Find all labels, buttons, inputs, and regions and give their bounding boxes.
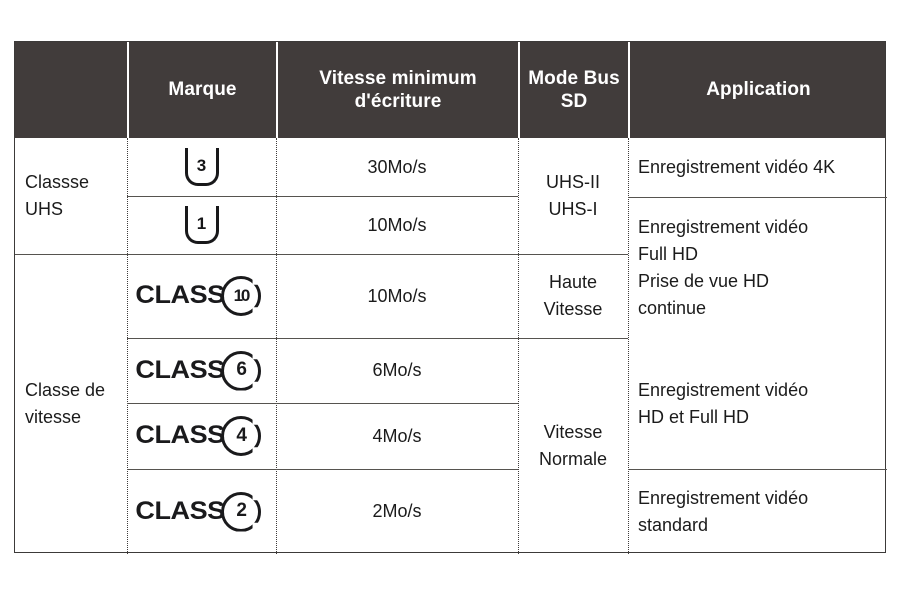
speed-class-6-icon: CLASS 6	[135, 350, 262, 391]
class-word: CLASS	[135, 421, 225, 450]
vitesse-cell-30: 30Mo/s	[367, 156, 427, 177]
column-header-vitesse-minimum: Vitesse minimum d'écriture	[319, 67, 477, 112]
vitesse-cell-10-uhs1: 10Mo/s	[367, 214, 427, 235]
speed-class-10-icon: CLASS 10	[135, 276, 262, 316]
uhs-speed-class-1-icon: 1	[184, 206, 219, 244]
mode-cell-haute-vitesse: Haute Vitesse	[543, 272, 603, 319]
class-number: 6	[236, 359, 247, 381]
class-number: 2	[236, 500, 247, 522]
class-word: CLASS	[135, 355, 225, 384]
marque-cell-class2: CLASS 2	[127, 469, 276, 554]
marque-cell-class10: CLASS 10	[127, 254, 276, 338]
class-c-arc: 10	[221, 276, 262, 316]
sd-speed-class-table: Marque Vitesse minimum d'écriture Mode B…	[14, 41, 887, 554]
marque-cell-u1: 1	[127, 196, 276, 254]
uhs-speed-class-3-icon: 3	[184, 148, 219, 186]
class-number: 4	[236, 424, 247, 446]
vitesse-cell-2: 2Mo/s	[372, 501, 422, 521]
class-word: CLASS	[135, 281, 225, 310]
speed-class-4-icon: CLASS 4	[135, 416, 262, 456]
speed-class-2-icon: CLASS 2	[135, 491, 262, 532]
marque-cell-class6: CLASS 6	[127, 338, 276, 403]
column-header-application: Application	[706, 79, 811, 101]
application-cell-full-hd: Enregistrement vidéo Full HD Prise de vu…	[638, 216, 809, 318]
vitesse-cell-4: 4Mo/s	[372, 425, 422, 446]
category-classe-de-vitesse: Classe de vitesse	[25, 380, 106, 427]
mode-cell-uhs: UHS-II UHS-I	[546, 172, 600, 219]
vitesse-cell-10-class10: 10Mo/s	[367, 285, 427, 306]
marque-cell-u3: 3	[127, 138, 276, 196]
application-cell-4k: Enregistrement vidéo 4K	[638, 157, 836, 177]
mode-cell-vitesse-normale: Vitesse Normale	[538, 422, 608, 469]
uhs-class-number: 3	[196, 156, 207, 176]
screenshot-canvas: Marque Vitesse minimum d'écriture Mode B…	[0, 0, 900, 600]
marque-cell-class4: CLASS 4	[127, 403, 276, 469]
class-c-arc: 6	[221, 350, 262, 391]
category-classe-uhs: Classse UHS	[25, 172, 90, 219]
class-number: 10	[233, 286, 251, 306]
class-word: CLASS	[135, 496, 225, 525]
column-header-mode-bus-sd: Mode Bus SD	[528, 67, 620, 112]
class-c-arc: 2	[221, 491, 262, 532]
column-header-marque: Marque	[168, 79, 237, 101]
vitesse-cell-6: 6Mo/s	[372, 360, 422, 380]
application-cell-standard: Enregistrement vidéo standard	[638, 487, 809, 535]
uhs-class-number: 1	[196, 214, 207, 234]
column-header-category	[15, 42, 127, 138]
application-cell-hd-et-full-hd: Enregistrement vidéo HD et Full HD	[638, 379, 809, 427]
class-c-arc: 4	[221, 416, 262, 456]
